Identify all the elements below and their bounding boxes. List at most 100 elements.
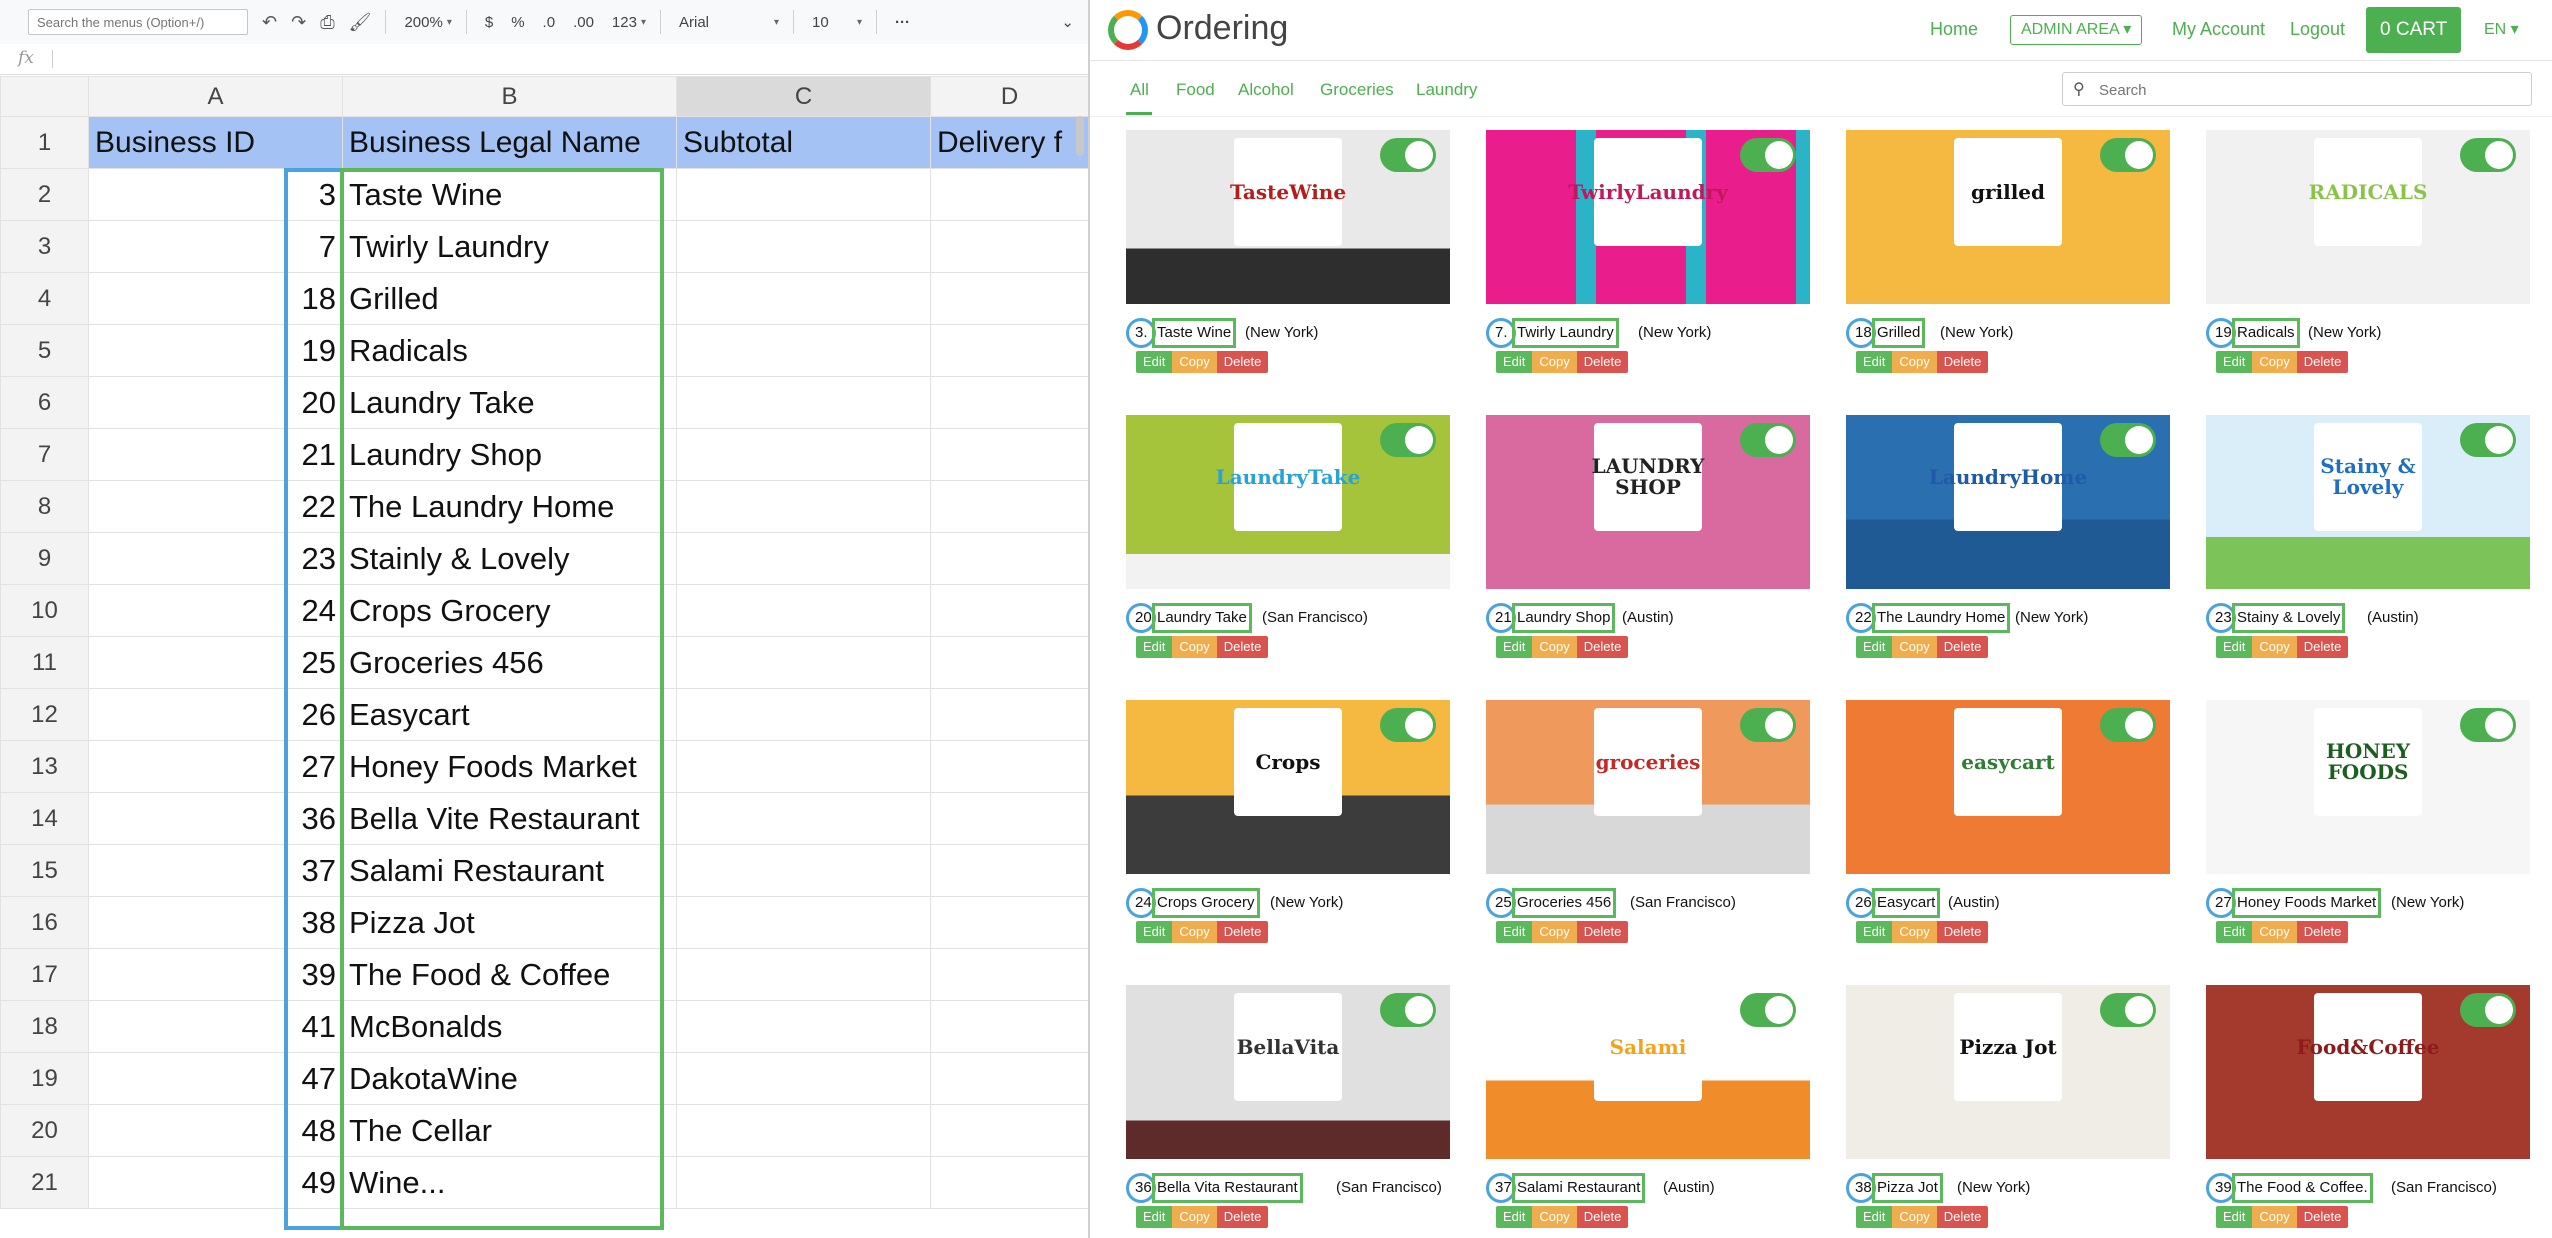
brand-name[interactable]: Ordering	[1156, 9, 1288, 48]
edit-button[interactable]: Edit	[1856, 1206, 1893, 1228]
business-logo[interactable]: TwirlyLaundry	[1568, 138, 1728, 246]
business-card[interactable]: HONEY FOODS 27. Honey Foods Market (New …	[2206, 700, 2530, 943]
business-banner-image[interactable]: TasteWine	[1126, 130, 1450, 304]
cell-business-id-header[interactable]: Business ID	[88, 116, 343, 169]
business-card[interactable]: TwirlyLaundry 7. Twirly Laundry (New Yor…	[1486, 130, 1810, 373]
cell-business-id[interactable]: 25	[88, 636, 343, 689]
business-enabled-toggle[interactable]	[2100, 708, 2156, 742]
business-card[interactable]: Crops 24. Crops Grocery (New York) Edit …	[1126, 700, 1450, 943]
cell-delivery-fee[interactable]	[930, 948, 1088, 1001]
cell-subtotal[interactable]	[676, 1156, 931, 1209]
cell-delivery-fee[interactable]	[930, 1052, 1088, 1105]
copy-button[interactable]: Copy	[1172, 636, 1217, 658]
delete-button[interactable]: Delete	[1216, 921, 1269, 943]
business-banner-image[interactable]: Crops	[1126, 700, 1450, 874]
edit-button[interactable]: Edit	[2216, 351, 2253, 373]
business-banner-image[interactable]: Stainy & Lovely	[2206, 415, 2530, 589]
row-number[interactable]: 18	[0, 1000, 89, 1053]
business-enabled-toggle[interactable]	[1380, 993, 1436, 1027]
cell-subtotal[interactable]	[676, 480, 931, 533]
copy-button[interactable]: Copy	[1892, 351, 1937, 373]
row-number[interactable]: 6	[0, 376, 89, 429]
nav-home-link[interactable]: Home	[1930, 19, 1978, 40]
edit-button[interactable]: Edit	[1856, 921, 1893, 943]
cell-business-id[interactable]: 37	[88, 844, 343, 897]
row-number[interactable]: 1	[0, 116, 89, 169]
business-name[interactable]: Stainy & Lovely	[2237, 609, 2340, 626]
cell-business-name[interactable]: DakotaWine	[342, 1052, 677, 1105]
edit-button[interactable]: Edit	[1856, 351, 1893, 373]
business-banner-image[interactable]: TwirlyLaundry	[1486, 130, 1810, 304]
cell-business-id[interactable]: 27	[88, 740, 343, 793]
print-icon[interactable]: ⎙	[320, 12, 334, 33]
cell-business-name[interactable]: Bella Vite Restaurant	[342, 792, 677, 845]
row-number[interactable]: 12	[0, 688, 89, 741]
business-enabled-toggle[interactable]	[1380, 138, 1436, 172]
business-enabled-toggle[interactable]	[2460, 708, 2516, 742]
cell-subtotal[interactable]	[676, 168, 931, 221]
cell-business-name[interactable]: The Cellar	[342, 1104, 677, 1157]
cell-business-name[interactable]: Pizza Jot	[342, 896, 677, 949]
business-name[interactable]: Bella Vita Restaurant	[1157, 1179, 1298, 1196]
business-name[interactable]: The Food & Coffee.	[2237, 1179, 2368, 1196]
corner-cell[interactable]	[0, 76, 89, 117]
delete-button[interactable]: Delete	[1576, 636, 1629, 658]
currency-button[interactable]: $	[485, 14, 493, 31]
cell-subtotal[interactable]	[676, 896, 931, 949]
column-header-c[interactable]: C	[676, 76, 931, 117]
cell-delivery-fee[interactable]	[930, 896, 1088, 949]
cell-subtotal[interactable]	[676, 688, 931, 741]
percent-button[interactable]: %	[511, 14, 524, 31]
business-banner-image[interactable]: groceries	[1486, 700, 1810, 874]
business-logo[interactable]: LAUNDRY SHOP	[1592, 423, 1704, 531]
number-format-select[interactable]: 123 ▾	[612, 14, 646, 31]
business-card[interactable]: grilled 18. Grilled (New York) Edit Copy…	[1846, 130, 2170, 373]
cell-subtotal[interactable]	[676, 740, 931, 793]
cell-subtotal[interactable]	[676, 948, 931, 1001]
cell-subtotal[interactable]	[676, 1104, 931, 1157]
vertical-scrollbar[interactable]	[1076, 116, 1084, 156]
cell-business-name[interactable]: Easycart	[342, 688, 677, 741]
delete-button[interactable]: Delete	[1576, 351, 1629, 373]
cell-delivery-fee[interactable]	[930, 688, 1088, 741]
business-card[interactable]: LaundryHome 22. The Laundry Home (New Yo…	[1846, 415, 2170, 658]
edit-button[interactable]: Edit	[1496, 1206, 1533, 1228]
cell-business-name[interactable]: Grilled	[342, 272, 677, 325]
nav-logout-link[interactable]: Logout	[2290, 19, 2345, 40]
business-banner-image[interactable]: LaundryTake	[1126, 415, 1450, 589]
cell-business-name[interactable]: Laundry Shop	[342, 428, 677, 481]
cell-subtotal[interactable]	[676, 1052, 931, 1105]
cell-delivery-fee[interactable]	[930, 376, 1088, 429]
cell-subtotal[interactable]	[676, 844, 931, 897]
delete-button[interactable]: Delete	[2296, 1206, 2349, 1228]
nav-my-account-link[interactable]: My Account	[2172, 19, 2265, 40]
business-logo[interactable]: HONEY FOODS	[2314, 708, 2422, 816]
cell-subtotal[interactable]	[676, 1000, 931, 1053]
cell-subtotal[interactable]	[676, 220, 931, 273]
business-name[interactable]: Crops Grocery	[1157, 894, 1255, 911]
copy-button[interactable]: Copy	[1532, 921, 1577, 943]
font-select[interactable]: Arial ▾	[679, 14, 779, 31]
row-number[interactable]: 8	[0, 480, 89, 533]
cell-business-id[interactable]: 3	[88, 168, 343, 221]
copy-button[interactable]: Copy	[2252, 351, 2297, 373]
delete-button[interactable]: Delete	[1936, 1206, 1989, 1228]
paint-format-icon[interactable]: 🖌	[349, 12, 372, 33]
tab-laundry[interactable]: Laundry	[1416, 80, 1477, 100]
business-logo[interactable]: LaundryTake	[1216, 423, 1360, 531]
copy-button[interactable]: Copy	[1892, 1206, 1937, 1228]
cell-subtotal[interactable]	[676, 272, 931, 325]
cell-delivery-fee[interactable]	[930, 480, 1088, 533]
business-banner-image[interactable]: Salami	[1486, 985, 1810, 1159]
business-name[interactable]: Twirly Laundry	[1517, 324, 1614, 341]
delete-button[interactable]: Delete	[1936, 921, 1989, 943]
business-logo[interactable]: Stainy & Lovely	[2314, 423, 2422, 531]
row-number[interactable]: 10	[0, 584, 89, 637]
cell-subtotal[interactable]	[676, 636, 931, 689]
edit-button[interactable]: Edit	[2216, 1206, 2253, 1228]
copy-button[interactable]: Copy	[1532, 1206, 1577, 1228]
more-options-button[interactable]: ···	[895, 14, 910, 31]
delete-button[interactable]: Delete	[1216, 636, 1269, 658]
cell-business-name-header[interactable]: Business Legal Name	[342, 116, 677, 169]
business-card[interactable]: LaundryTake 20. Laundry Take (San Franci…	[1126, 415, 1450, 658]
